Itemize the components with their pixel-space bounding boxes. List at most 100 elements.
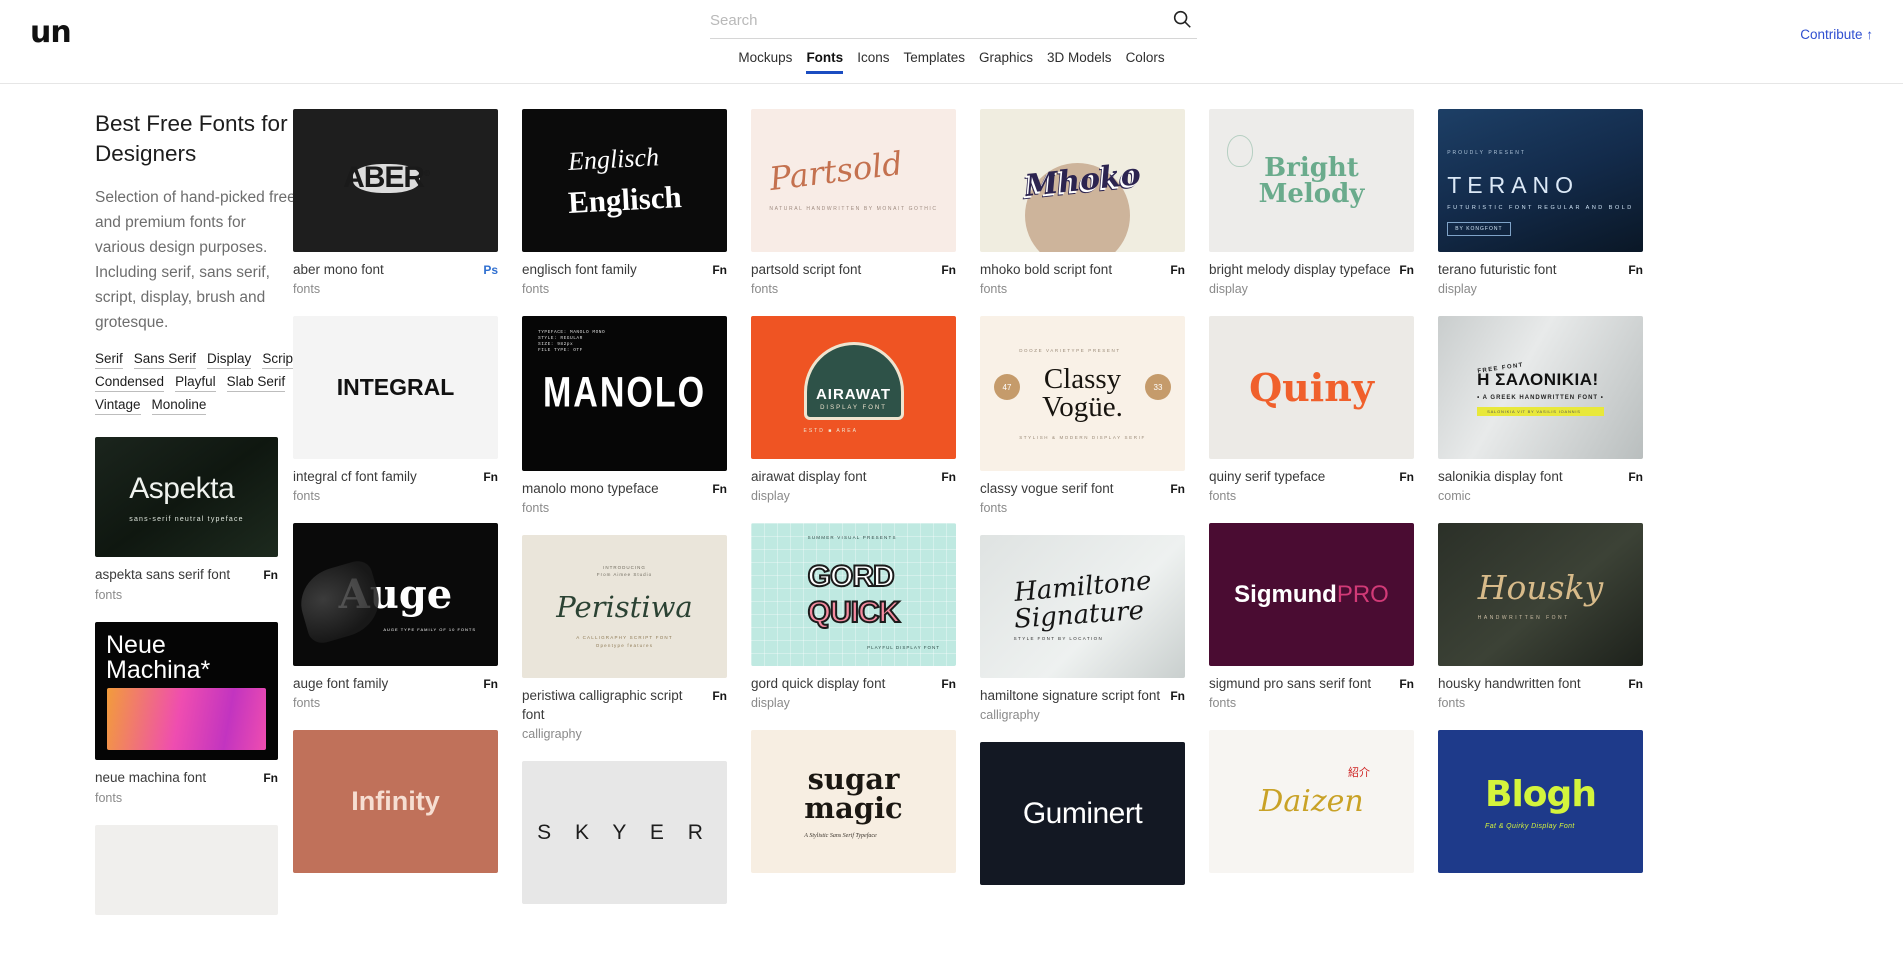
font-card-title[interactable]: quiny serif typeface <box>1209 467 1325 486</box>
font-card-category[interactable]: fonts <box>1438 693 1581 713</box>
font-card[interactable]: Guminert <box>980 742 1185 885</box>
font-card-title[interactable]: airawat display font <box>751 467 867 486</box>
font-card-category[interactable]: fonts <box>293 486 417 506</box>
font-card-title[interactable]: peristiwa calligraphic script font <box>522 686 704 724</box>
font-card-category[interactable]: fonts <box>293 693 388 713</box>
font-card-category[interactable]: fonts <box>293 279 384 299</box>
font-card-title[interactable]: terano futuristic font <box>1438 260 1557 279</box>
nav-item-graphics[interactable]: Graphics <box>979 50 1033 74</box>
font-card[interactable]: Auge AUGE TYPE FAMILY OF 10 FONTS auge fon… <box>293 523 498 713</box>
font-card-title[interactable]: bright melody display typeface <box>1209 260 1391 279</box>
font-card-thumbnail[interactable]: Daizen 紹介 <box>1209 730 1414 873</box>
font-card-title[interactable]: integral cf font family <box>293 467 417 486</box>
font-card-title[interactable]: housky handwritten font <box>1438 674 1581 693</box>
font-card-title[interactable]: aspekta sans serif font <box>95 565 230 584</box>
font-card-thumbnail[interactable]: Englisch Englisch <box>522 109 727 252</box>
font-card[interactable]: Housky HANDWRITTEN FONT housky handwritten… <box>1438 523 1643 713</box>
font-card-thumbnail[interactable]: SUMMER VISUAL PRESENTS GORD QUICK PLAYFUL D… <box>751 523 956 666</box>
tag-playful[interactable]: Playful <box>175 374 216 392</box>
font-card-title[interactable]: classy vogue serif font <box>980 479 1114 498</box>
font-card-thumbnail[interactable]: Aspekta sans-serif neutral typeface <box>95 437 278 557</box>
font-card-thumbnail[interactable]: sugar magic A Stylistic Sans Serif Typefac… <box>751 730 956 873</box>
nav-item-mockups[interactable]: Mockups <box>738 50 792 74</box>
font-card[interactable]: Bright Melody bright melody display typefa… <box>1209 109 1414 299</box>
font-card[interactable]: 47 33 DOOZE VARIETYPE PRESENT Classy Vogüe. S… <box>980 316 1185 518</box>
font-card-thumbnail[interactable]: Blogh Fat & Quirky Display Font <box>1438 730 1643 873</box>
tag-monoline[interactable]: Monoline <box>151 397 207 415</box>
nav-item-fonts[interactable]: Fonts <box>806 50 843 74</box>
font-card-category[interactable]: fonts <box>522 498 659 518</box>
font-card-thumbnail[interactable]: AIRAWAT DISPLAY FONT ESTD ■ AREA <box>751 316 956 459</box>
font-card-thumbnail[interactable]: PROUDLY PRESENT TERANO FUTURISTIC FONT REG… <box>1438 109 1643 252</box>
font-card[interactable]: SUMMER VISUAL PRESENTS GORD QUICK PLAYFUL D… <box>751 523 956 713</box>
font-card-thumbnail[interactable]: INTRODUCING From Aimee Studio Peristiwa A C… <box>522 535 727 678</box>
tag-script[interactable]: Script <box>262 351 297 369</box>
font-card-thumbnail[interactable] <box>95 825 278 915</box>
font-card[interactable]: AIRAWAT DISPLAY FONT ESTD ■ AREA airawat di… <box>751 316 956 506</box>
font-card-thumbnail[interactable]: Mhoko <box>980 109 1185 252</box>
tag-sans-serif[interactable]: Sans Serif <box>133 351 197 369</box>
font-card[interactable]: INTEGRAL integral cf font family fonts Fn <box>293 316 498 506</box>
font-card[interactable]: Quiny quiny serif typeface fonts Fn <box>1209 316 1414 506</box>
font-card-title[interactable]: salonikia display font <box>1438 467 1563 486</box>
nav-item-colors[interactable]: Colors <box>1126 50 1165 74</box>
search-icon[interactable] <box>1171 8 1193 30</box>
font-card-thumbnail[interactable]: Infinity <box>293 730 498 873</box>
font-card-thumbnail[interactable]: TYPEFACE: MANOLO MONO STYLE: REGULAR SIZE:… <box>522 316 727 471</box>
font-card[interactable] <box>95 825 278 915</box>
font-card-thumbnail[interactable]: Auge AUGE TYPE FAMILY OF 10 FONTS <box>293 523 498 666</box>
font-card[interactable]: Daizen 紹介 <box>1209 730 1414 873</box>
font-card[interactable]: Partsold NATURAL HANDWRITTEN BY MONAIT GO… <box>751 109 956 299</box>
font-card-title[interactable]: englisch font family <box>522 260 637 279</box>
font-card-thumbnail[interactable]: INTEGRAL <box>293 316 498 459</box>
contribute-link[interactable]: Contribute ↑ <box>1800 27 1873 42</box>
font-card[interactable]: Hamiltone Signature STYLE FONT BY LOCATION… <box>980 535 1185 725</box>
font-card-category[interactable]: fonts <box>980 279 1112 299</box>
font-card-thumbnail[interactable]: Sigmund PRO <box>1209 523 1414 666</box>
font-card-category[interactable]: fonts <box>980 498 1114 518</box>
font-card-title[interactable]: sigmund pro sans serif font <box>1209 674 1371 693</box>
font-card[interactable]: Neue Machina* neue machina font fonts Fn <box>95 622 278 808</box>
font-card-title[interactable]: hamiltone signature script font <box>980 686 1160 705</box>
font-card-title[interactable]: gord quick display font <box>751 674 885 693</box>
font-card[interactable]: Mhoko mhoko bold script font fonts Fn <box>980 109 1185 299</box>
font-card-category[interactable]: fonts <box>1209 486 1325 506</box>
font-card-title[interactable]: auge font family <box>293 674 388 693</box>
font-card-category[interactable]: fonts <box>95 787 206 808</box>
font-card[interactable]: S K Y E R <box>522 761 727 904</box>
font-card-thumbnail[interactable]: Hamiltone Signature STYLE FONT BY LOCATION <box>980 535 1185 678</box>
font-card[interactable]: ABER© aber mono font fonts Ps <box>293 109 498 299</box>
font-card-thumbnail[interactable]: Guminert <box>980 742 1185 885</box>
font-card-category[interactable]: display <box>751 693 885 713</box>
font-card[interactable]: INTRODUCING From Aimee Studio Peristiwa A C… <box>522 535 727 744</box>
font-card-thumbnail[interactable]: FREE FONT Η ΣΑΛΟΝΙΚΙΑ! • A GREEK HANDWRITT… <box>1438 316 1643 459</box>
font-card[interactable]: TYPEFACE: MANOLO MONO STYLE: REGULAR SIZE:… <box>522 316 727 518</box>
font-card-thumbnail[interactable]: Partsold NATURAL HANDWRITTEN BY MONAIT GO… <box>751 109 956 252</box>
tag-slab-serif[interactable]: Slab Serif <box>226 374 286 392</box>
font-card-title[interactable]: manolo mono typeface <box>522 479 659 498</box>
font-card-category[interactable]: calligraphy <box>980 705 1160 725</box>
font-card[interactable]: PROUDLY PRESENT TERANO FUTURISTIC FONT REG… <box>1438 109 1643 299</box>
font-card-thumbnail[interactable]: S K Y E R <box>522 761 727 904</box>
font-card[interactable]: Aspekta sans-serif neutral typeface aspekt… <box>95 437 278 605</box>
tag-serif[interactable]: Serif <box>95 351 123 369</box>
font-card[interactable]: Sigmund PRO sigmund pro sans serif font fon… <box>1209 523 1414 713</box>
font-card-category[interactable]: display <box>751 486 867 506</box>
font-card-title[interactable]: mhoko bold script font <box>980 260 1112 279</box>
font-card-category[interactable]: fonts <box>1209 693 1371 713</box>
nav-item-icons[interactable]: Icons <box>857 50 889 74</box>
font-card-title[interactable]: partsold script font <box>751 260 861 279</box>
nav-item-templates[interactable]: Templates <box>903 50 965 74</box>
font-card[interactable]: FREE FONT Η ΣΑΛΟΝΙΚΙΑ! • A GREEK HANDWRITT… <box>1438 316 1643 506</box>
font-card-title[interactable]: aber mono font <box>293 260 384 279</box>
font-card-category[interactable]: comic <box>1438 486 1563 506</box>
site-logo[interactable]: un <box>30 18 72 48</box>
font-card-title[interactable]: neue machina font <box>95 768 206 787</box>
font-card-thumbnail[interactable]: Quiny <box>1209 316 1414 459</box>
font-card-category[interactable]: display <box>1438 279 1557 299</box>
font-card[interactable]: sugar magic A Stylistic Sans Serif Typefac… <box>751 730 956 873</box>
font-card[interactable]: Blogh Fat & Quirky Display Font <box>1438 730 1643 873</box>
font-card-thumbnail[interactable]: ABER© <box>293 109 498 252</box>
font-card[interactable]: Englisch Englisch englisch font family font… <box>522 109 727 299</box>
font-card-category[interactable]: calligraphy <box>522 724 704 744</box>
